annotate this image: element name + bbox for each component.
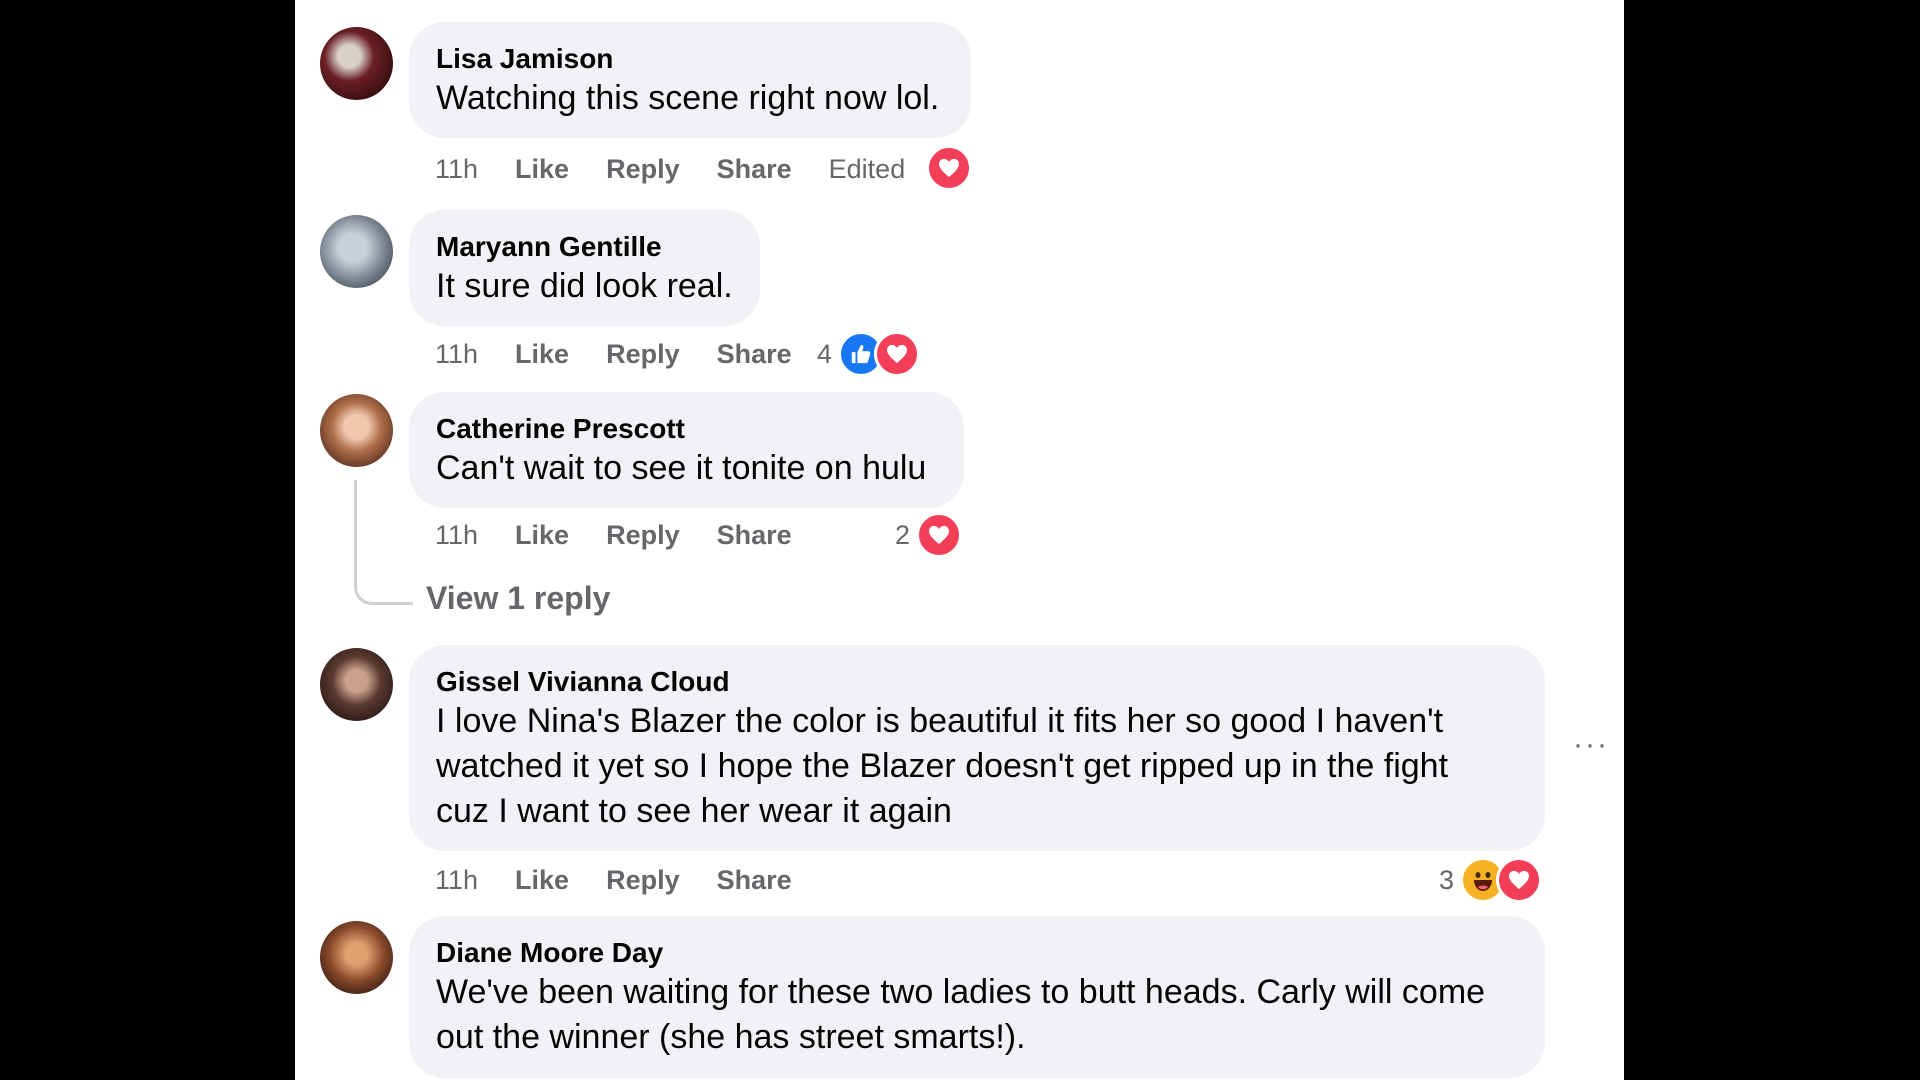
avatar[interactable] xyxy=(320,394,393,467)
timestamp[interactable]: 11h xyxy=(435,154,478,185)
reply-button[interactable]: Reply xyxy=(606,865,680,896)
reaction-summary[interactable]: 2 xyxy=(895,512,963,558)
edited-label[interactable]: Edited xyxy=(829,154,906,185)
comment-actions: 11h Like Reply Share xyxy=(435,517,829,553)
avatar[interactable] xyxy=(320,921,393,994)
more-options-icon[interactable]: ··· xyxy=(1573,728,1609,762)
thread-connector xyxy=(354,480,413,605)
reply-button[interactable]: Reply xyxy=(606,154,680,185)
view-replies-link[interactable]: View 1 reply xyxy=(426,580,610,617)
comment-text: It sure did look real. xyxy=(436,267,733,305)
comment-text-line: watched it yet so I hope the Blazer does… xyxy=(436,747,1449,785)
avatar[interactable] xyxy=(320,27,393,100)
timestamp[interactable]: 11h xyxy=(435,339,478,370)
share-button[interactable]: Share xyxy=(717,865,792,896)
reaction-summary[interactable] xyxy=(926,145,972,191)
comment-author[interactable]: Lisa Jamison xyxy=(436,42,944,76)
comment-text-line: cuz I want to see her wear it again xyxy=(436,792,952,830)
comment-actions: 11h Like Reply Share xyxy=(435,862,829,898)
reaction-summary[interactable]: 4 xyxy=(817,331,921,377)
comment-bubble: Lisa Jamison Watching this scene right n… xyxy=(409,22,971,138)
like-button[interactable]: Like xyxy=(515,154,569,185)
share-button[interactable]: Share xyxy=(717,339,792,370)
comment-text-line: I love Nina's Blazer the color is beauti… xyxy=(436,702,1444,740)
share-button[interactable]: Share xyxy=(717,520,792,551)
like-button[interactable]: Like xyxy=(515,865,569,896)
timestamp[interactable]: 11h xyxy=(435,520,478,551)
comment-author[interactable]: Maryann Gentille xyxy=(436,230,733,264)
comment-actions: 11h Like Reply Share xyxy=(435,336,829,372)
reaction-count: 2 xyxy=(895,519,911,550)
comment-text: Can't wait to see it tonite on hulu xyxy=(436,449,927,487)
comment-text-line: out the winner (she has street smarts!). xyxy=(436,1018,1026,1056)
reply-button[interactable]: Reply xyxy=(606,339,680,370)
comment-actions: 11h Like Reply Share Edited xyxy=(435,151,942,187)
comment-bubble: Maryann Gentille It sure did look real. xyxy=(409,210,760,326)
like-button[interactable]: Like xyxy=(515,339,569,370)
avatar[interactable] xyxy=(320,648,393,721)
comment-text: Watching this scene right now lol. xyxy=(436,79,940,117)
avatar[interactable] xyxy=(320,215,393,288)
like-button[interactable]: Like xyxy=(515,520,569,551)
comment-author[interactable]: Catherine Prescott xyxy=(436,412,937,446)
comment-text-line: We've been waiting for these two ladies … xyxy=(436,973,1486,1011)
share-button[interactable]: Share xyxy=(717,154,792,185)
comment-bubble: Diane Moore Day We've been waiting for t… xyxy=(409,916,1545,1078)
comment-bubble: Catherine Prescott Can't wait to see it … xyxy=(409,392,964,508)
reply-button[interactable]: Reply xyxy=(606,520,680,551)
reaction-summary[interactable]: 3 xyxy=(1439,857,1543,903)
love-reaction-icon xyxy=(916,512,963,558)
reaction-count: 4 xyxy=(817,338,833,369)
love-reaction-icon xyxy=(926,145,972,191)
comment-author[interactable]: Diane Moore Day xyxy=(436,936,1518,970)
comment-bubble: Gissel Vivianna Cloud I love Nina's Blaz… xyxy=(409,645,1545,851)
love-reaction-icon xyxy=(1496,857,1543,903)
reaction-count: 3 xyxy=(1439,864,1455,895)
love-reaction-icon xyxy=(874,331,921,377)
comment-author[interactable]: Gissel Vivianna Cloud xyxy=(436,665,1518,699)
timestamp[interactable]: 11h xyxy=(435,865,478,896)
